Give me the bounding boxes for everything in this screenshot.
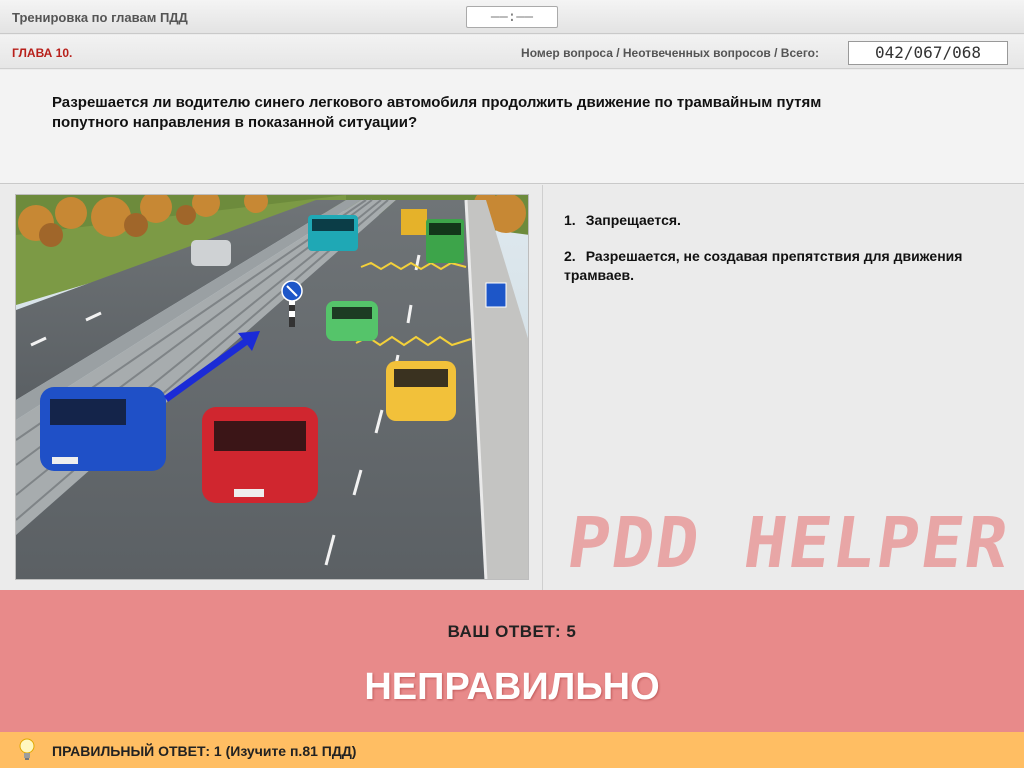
- verdict-label: НЕПРАВИЛЬНО: [364, 666, 660, 708]
- image-panel: [0, 185, 543, 590]
- answer-number: 2.: [564, 248, 576, 264]
- answer-text: Запрещается.: [585, 212, 681, 228]
- top-bar: Тренировка по главам ПДД ——:——: [0, 0, 1024, 34]
- chapter-label: ГЛАВА 10.: [12, 46, 73, 60]
- lightbulb-icon: [19, 738, 35, 760]
- correct-answer-bar: ПРАВИЛЬНЫЙ ОТВЕТ: 1 (Изучите п.81 ПДД): [0, 732, 1024, 768]
- app-title: Тренировка по главам ПДД: [12, 10, 188, 25]
- timer-display: ——:——: [466, 6, 558, 28]
- question-counter-label: Номер вопроса / Неотвеченных вопросов / …: [521, 46, 819, 60]
- your-answer-label: ВАШ ОТВЕТ: 5: [447, 622, 577, 641]
- answer-list: 1. Запрещается. 2. Разрешается, не создава…: [564, 211, 984, 302]
- question-text: Разрешается ли водителю синего легкового…: [52, 94, 822, 131]
- content-area: 1. Запрещается. 2. Разрешается, не создава…: [0, 185, 1024, 590]
- result-banner: ВАШ ОТВЕТ: 5 НЕПРАВИЛЬНО: [0, 590, 1024, 732]
- info-bar: ГЛАВА 10. Номер вопроса / Неотвеченных в…: [0, 35, 1024, 69]
- answer-option-2[interactable]: 2. Разрешается, не создавая препятствия д…: [564, 247, 984, 285]
- watermark-logo: PDD HELPER: [562, 502, 1016, 584]
- road-scene-image: [16, 195, 528, 579]
- question-illustration: [15, 194, 529, 580]
- question-counter: 042/067/068: [848, 41, 1008, 65]
- correct-answer-text: ПРАВИЛЬНЫЙ ОТВЕТ: 1 (Изучите п.81 ПДД): [52, 743, 357, 759]
- answer-option-1[interactable]: 1. Запрещается.: [564, 211, 984, 230]
- answer-number: 1.: [564, 212, 576, 228]
- answer-text: Разрешается, не создавая препятствия для…: [564, 248, 963, 283]
- question-area: Разрешается ли водителю синего легкового…: [0, 70, 1024, 184]
